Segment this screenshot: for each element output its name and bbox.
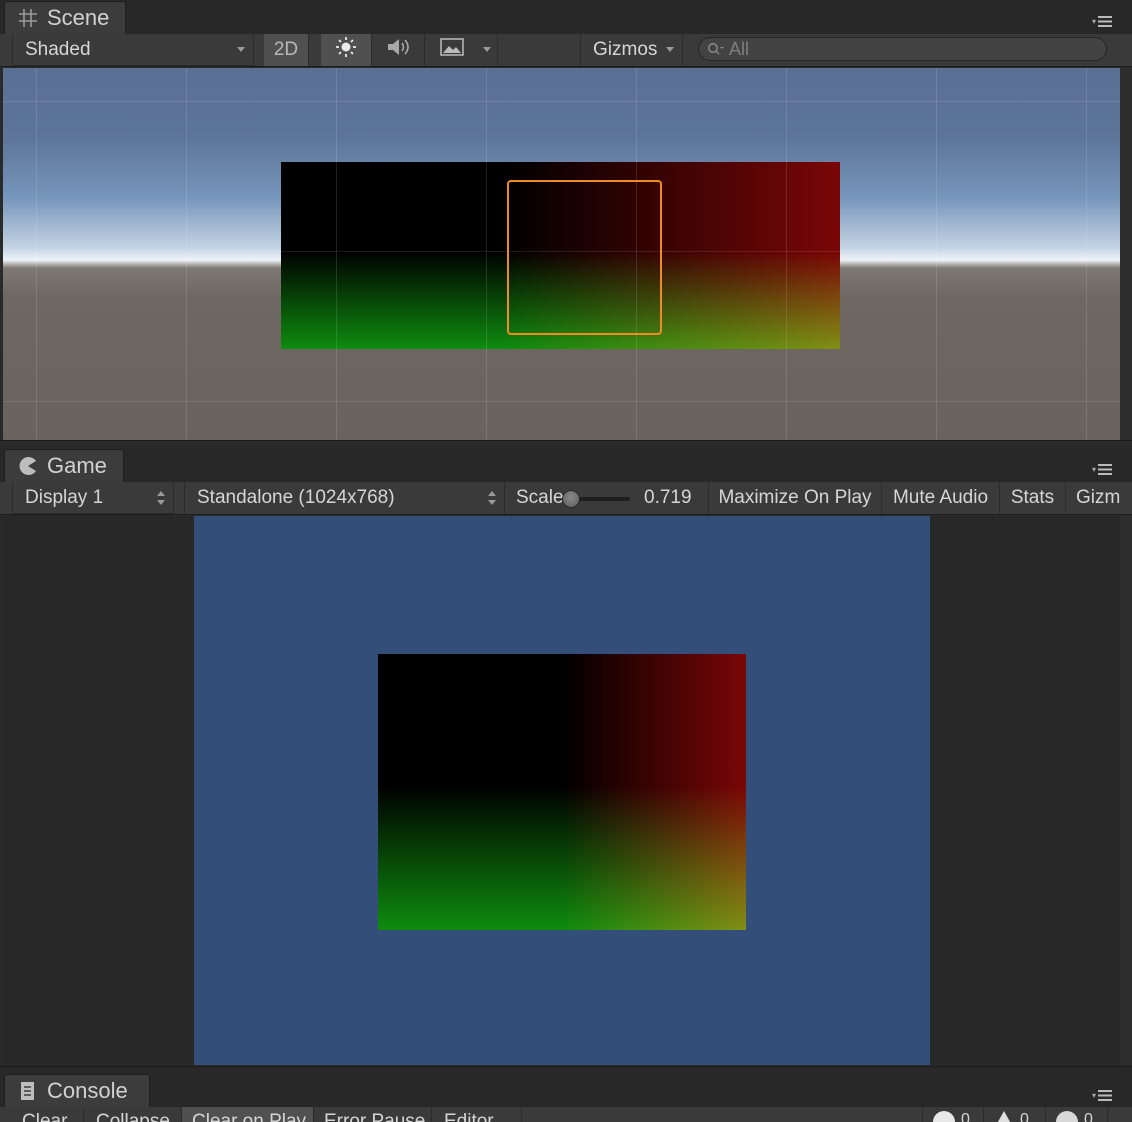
console-collapse-button[interactable]: Collapse: [84, 1107, 182, 1122]
console-error-pause-button[interactable]: Error Pause: [314, 1107, 432, 1122]
tab-game[interactable]: Game: [4, 449, 124, 482]
console-collapse-label: Collapse: [96, 1111, 170, 1122]
error-icon: [1056, 1111, 1078, 1122]
console-clear-on-play-label: Clear on Play: [192, 1111, 307, 1122]
console-error-pause-label: Error Pause: [324, 1111, 426, 1122]
tab-console[interactable]: Console: [4, 1074, 150, 1107]
info-count: 0: [961, 1111, 970, 1122]
console-editor-label: Editor: [444, 1111, 494, 1122]
grid-icon: [17, 7, 39, 29]
warning-count: 0: [1020, 1111, 1029, 1122]
resolution-select[interactable]: Standalone (1024x768): [184, 482, 505, 514]
updown-arrows-icon: [157, 491, 165, 505]
stats-toggle[interactable]: Stats: [1000, 482, 1066, 514]
draw-mode-value: Shaded: [25, 38, 91, 60]
tab-label: Game: [47, 453, 107, 478]
chevron-down-icon: [666, 47, 674, 52]
console-clear-label: Clear: [22, 1111, 68, 1122]
tab-scene[interactable]: Scene: [4, 1, 126, 34]
tab-label: Scene: [47, 5, 110, 30]
sun-icon: [335, 36, 357, 64]
maximize-on-play-toggle[interactable]: Maximize On Play: [709, 482, 882, 514]
console-editor-dropdown[interactable]: Editor: [432, 1107, 522, 1122]
mute-audio-toggle[interactable]: Mute Audio: [882, 482, 1000, 514]
error-count: 0: [1084, 1111, 1093, 1122]
game-gizmos-label: Gizm: [1076, 487, 1121, 508]
display-select-value: Display 1: [25, 486, 104, 508]
maximize-on-play-label: Maximize On Play: [718, 487, 872, 508]
resolution-select-value: Standalone (1024x768): [197, 487, 395, 508]
console-error-count-toggle[interactable]: 0: [1046, 1107, 1108, 1122]
gizmos-label: Gizmos: [593, 39, 658, 60]
stats-label: Stats: [1010, 487, 1055, 508]
camera-selection-outline[interactable]: [507, 180, 662, 335]
console-info-count-toggle[interactable]: 0: [922, 1107, 984, 1122]
game-panel-menu-icon[interactable]: ▾: [1092, 461, 1118, 477]
scale-control: Scale 0.719: [506, 482, 709, 514]
scale-slider-thumb[interactable]: [562, 490, 580, 508]
chevron-down-icon: [483, 47, 491, 52]
pacman-icon: [17, 455, 39, 477]
game-scrollbar-gutter[interactable]: [1120, 516, 1132, 1065]
game-tab-strip: [0, 448, 1132, 483]
console-clear-on-play-button[interactable]: Clear on Play: [182, 1107, 314, 1122]
scene-search-field[interactable]: All: [698, 37, 1107, 61]
console-clear-button[interactable]: Clear: [12, 1107, 84, 1122]
game-gizmos-toggle[interactable]: Gizm: [1066, 482, 1132, 514]
scene-panel-menu-icon[interactable]: ▾: [1092, 13, 1118, 29]
search-placeholder: All: [729, 38, 750, 59]
game-view-canvas[interactable]: [194, 516, 930, 1065]
lighting-toggle-button[interactable]: [321, 34, 372, 66]
scene-tab-strip: [0, 0, 1132, 35]
console-tab-strip: [0, 1066, 1132, 1108]
draw-mode-dropdown[interactable]: Shaded: [12, 34, 254, 66]
warning-icon: [994, 1111, 1014, 1122]
speaker-icon: [385, 36, 413, 64]
console-document-icon: [17, 1080, 39, 1102]
image-icon: [440, 38, 464, 62]
scale-label: Scale: [516, 487, 564, 508]
updown-arrows-icon: [488, 491, 496, 505]
console-panel-menu-icon[interactable]: ▾: [1092, 1087, 1118, 1103]
scene-toolbar: Shaded 2D Gizmos All: [0, 34, 1132, 67]
chevron-down-icon: [237, 47, 245, 52]
search-icon: [707, 42, 727, 56]
audio-toggle-button[interactable]: [373, 34, 425, 66]
mute-audio-label: Mute Audio: [892, 487, 989, 508]
toggle-2d-label: 2D: [273, 39, 299, 60]
game-gradient-quad: [378, 654, 746, 930]
info-icon: [933, 1111, 955, 1122]
gizmos-dropdown[interactable]: Gizmos: [580, 34, 683, 66]
display-select[interactable]: Display 1: [12, 482, 174, 514]
toggle-2d-button[interactable]: 2D: [264, 34, 309, 66]
scale-value: 0.719: [644, 487, 692, 508]
effects-dropdown-button[interactable]: [478, 34, 498, 66]
effects-toggle-button[interactable]: [426, 34, 478, 66]
scene-scrollbar-gutter[interactable]: [1120, 68, 1132, 440]
console-warning-count-toggle[interactable]: 0: [984, 1107, 1046, 1122]
console-toolbar: Clear Collapse Clear on Play Error Pause…: [0, 1107, 1132, 1122]
tab-label: Console: [47, 1078, 128, 1103]
game-toolbar: Display 1 Standalone (1024x768) Scale 0.…: [0, 482, 1132, 515]
scene-viewport[interactable]: [3, 68, 1120, 440]
